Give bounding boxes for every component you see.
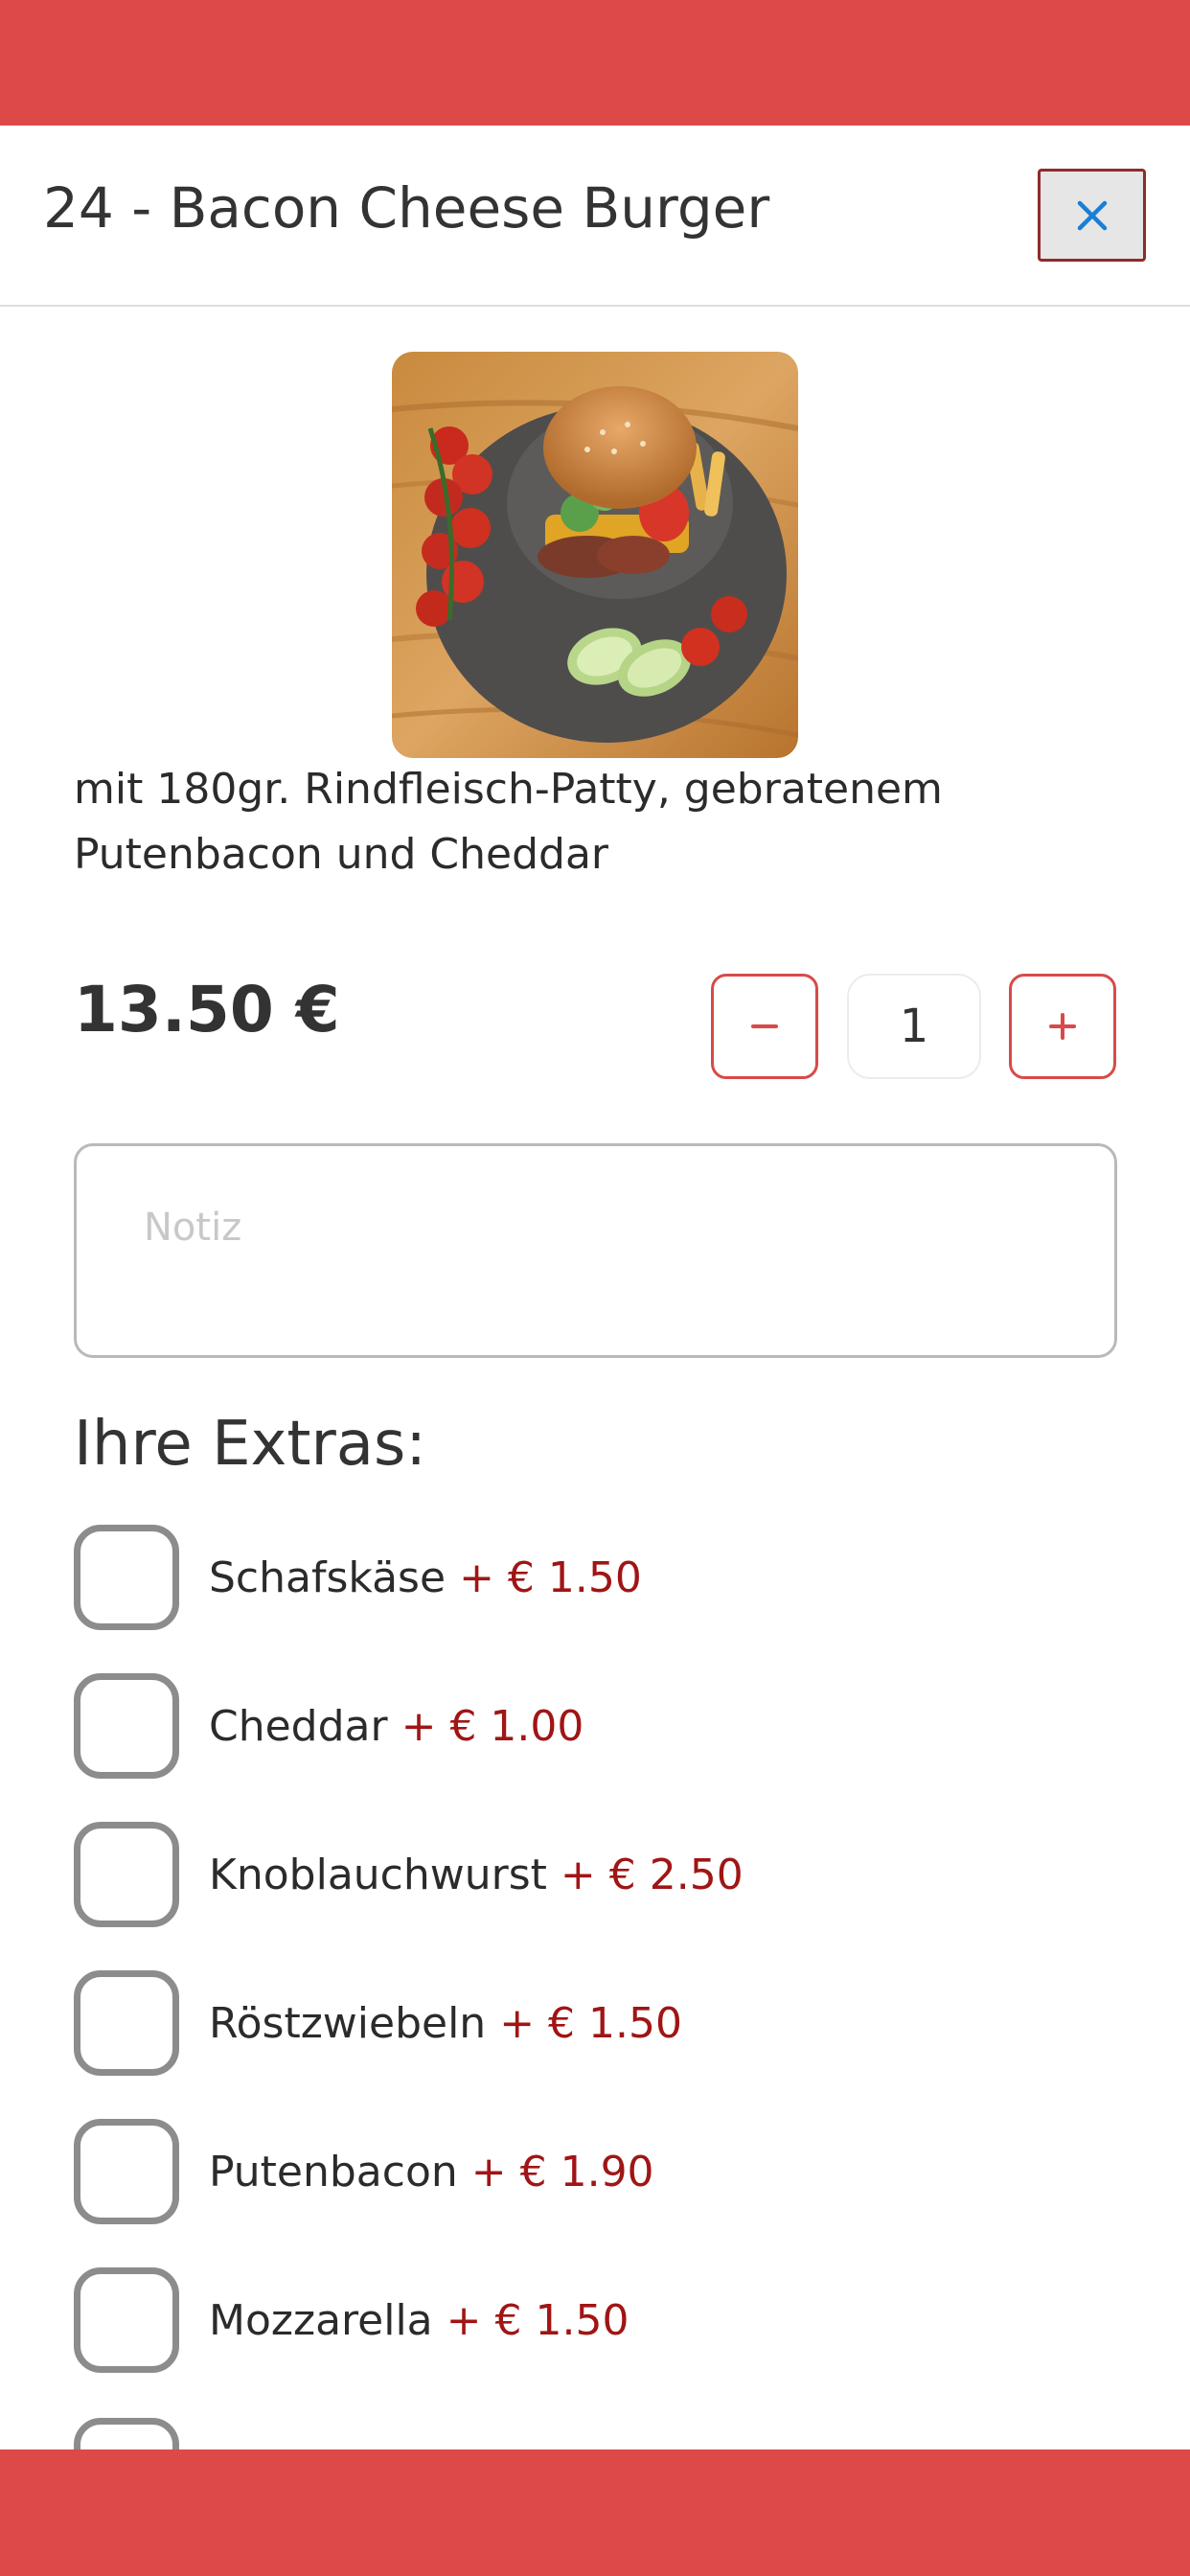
close-icon <box>1077 200 1107 230</box>
product-description: mit 180gr. Rindfleisch-Patty, gebratenem… <box>74 765 943 879</box>
increase-quantity-button[interactable] <box>1009 974 1116 1079</box>
extra-option-cheddar[interactable]: Cheddar + € 1.00 <box>74 1672 584 1780</box>
extra-label: Schafskäse <box>209 1552 446 1602</box>
minus-icon <box>751 1024 778 1028</box>
product-image <box>392 352 798 758</box>
extras-heading: Ihre Extras: <box>74 1409 426 1480</box>
extra-price: + € 1.50 <box>459 1552 642 1602</box>
extra-checkbox[interactable] <box>74 1822 179 1927</box>
extra-checkbox[interactable] <box>74 1673 179 1779</box>
top-app-bar <box>0 0 1190 126</box>
extra-option-roestzwiebeln[interactable]: Röstzwiebeln + € 1.50 <box>74 1969 682 2077</box>
extra-price: + € 1.90 <box>470 2147 654 2196</box>
quantity-value: 1 <box>847 974 981 1079</box>
extra-price: + € 1.00 <box>400 1701 584 1751</box>
extra-option-knoblauchwurst[interactable]: Knoblauchwurst + € 2.50 <box>74 1821 744 1928</box>
modal-header: 24 - Bacon Cheese Burger <box>0 126 1190 307</box>
extra-label: Mozzarella <box>209 2295 433 2345</box>
extra-label: Putenbacon <box>209 2147 458 2196</box>
product-price: 13.50 € <box>74 973 340 1046</box>
extra-option-schafskaese[interactable]: Schafskäse + € 1.50 <box>74 1524 642 1631</box>
extra-checkbox-partially-visible[interactable] <box>74 2418 179 2450</box>
extra-checkbox[interactable] <box>74 2267 179 2373</box>
extra-price: + € 1.50 <box>499 1998 682 2048</box>
extra-label: Röstzwiebeln <box>209 1998 487 2048</box>
extra-option-mozzarella[interactable]: Mozzarella + € 1.50 <box>74 2266 629 2374</box>
extra-checkbox[interactable] <box>74 1525 179 1630</box>
close-button[interactable] <box>1038 169 1146 262</box>
extra-checkbox[interactable] <box>74 1970 179 2076</box>
modal-title: 24 - Bacon Cheese Burger <box>43 175 770 241</box>
extra-checkbox[interactable] <box>74 2119 179 2224</box>
bottom-action-bar <box>0 2450 1190 2576</box>
plus-icon <box>1049 1013 1076 1040</box>
decrease-quantity-button[interactable] <box>711 974 818 1079</box>
extra-label: Knoblauchwurst <box>209 1850 547 1899</box>
extra-price: + € 1.50 <box>446 2295 629 2345</box>
extra-option-putenbacon[interactable]: Putenbacon + € 1.90 <box>74 2118 654 2225</box>
extra-price: + € 2.50 <box>560 1850 744 1899</box>
extra-label: Cheddar <box>209 1701 388 1751</box>
note-field[interactable] <box>74 1143 1117 1358</box>
